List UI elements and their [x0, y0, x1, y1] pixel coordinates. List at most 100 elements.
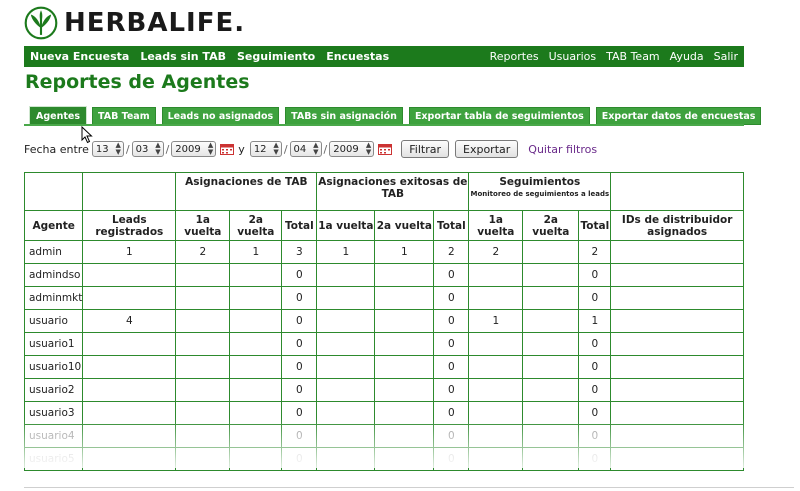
- nav-usuarios[interactable]: Usuarios: [549, 50, 597, 63]
- table-cell: [82, 401, 177, 425]
- table-cell: 0: [433, 424, 470, 448]
- agent-name-cell: usuario10: [23, 355, 84, 379]
- to-day-select[interactable]: 12 ▲ ▼: [249, 141, 282, 157]
- brand-name: HERBALIFE.: [64, 8, 246, 38]
- table-cell: [374, 424, 435, 448]
- table-cell: [374, 263, 435, 287]
- clear-filters-link[interactable]: Quitar filtros: [528, 143, 597, 156]
- table-cell: 0: [433, 332, 470, 356]
- from-day-select[interactable]: 13 ▲ ▼: [91, 141, 124, 157]
- table-cell: [374, 355, 435, 379]
- table-cell: 0: [578, 424, 612, 448]
- from-month-select[interactable]: 03 ▲ ▼: [131, 141, 164, 157]
- seguimientos-subtitle: Monitoreo de seguimientos a leads: [470, 190, 610, 198]
- nav-leads-sin-tab[interactable]: Leads sin TAB: [140, 50, 226, 63]
- agents-report-table: Asignaciones de TAB Asignaciones exitosa…: [23, 172, 744, 471]
- table-row: usuario3 0 0 0: [23, 401, 744, 425]
- table-cell: [468, 378, 524, 402]
- calendar-icon[interactable]: [220, 143, 235, 155]
- to-month-select[interactable]: 04 ▲ ▼: [289, 141, 322, 157]
- to-year-select[interactable]: 2009 ▲ ▼: [329, 141, 375, 157]
- agent-name-cell: usuario1: [23, 332, 84, 356]
- table-cell: [522, 286, 580, 310]
- table-cell: [316, 401, 376, 425]
- agent-name-cell: usuario2: [23, 378, 84, 402]
- tab-tab-team[interactable]: TAB Team: [92, 107, 156, 125]
- table-cell: [82, 263, 177, 287]
- table-cell: [610, 332, 744, 356]
- table-cell: 0: [433, 355, 470, 379]
- nav-salir[interactable]: Salir: [714, 50, 738, 63]
- table-row: adminmkt 0 0 0: [23, 286, 744, 310]
- table-cell: 0: [433, 263, 470, 287]
- table-cell: 0: [433, 401, 470, 425]
- table-cell: [374, 309, 435, 333]
- calendar-icon[interactable]: [378, 143, 393, 155]
- table-row: usuario4 0 0 0: [23, 424, 744, 448]
- nav-ayuda[interactable]: Ayuda: [670, 50, 704, 63]
- nav-nueva-encuesta[interactable]: Nueva Encuesta: [30, 50, 129, 63]
- table-cell: [316, 332, 376, 356]
- report-tabs: Agentes TAB Team Leads no asignados TABs…: [29, 106, 762, 126]
- nav-tab-team[interactable]: TAB Team: [606, 50, 660, 63]
- date-conjunction: y: [238, 142, 245, 156]
- table-cell: 1: [316, 240, 376, 264]
- table-cell: [175, 263, 231, 287]
- nav-seguimiento[interactable]: Seguimiento: [237, 50, 315, 63]
- table-cell: [229, 355, 283, 379]
- table-cell: 2: [175, 240, 231, 264]
- table-cell: [610, 309, 744, 333]
- table-cell: [229, 424, 283, 448]
- nav-encuestas[interactable]: Encuestas: [326, 50, 389, 63]
- table-cell: [82, 378, 177, 402]
- table-cell: 0: [281, 424, 318, 448]
- table-cell: [610, 355, 744, 379]
- table-cell: 0: [433, 286, 470, 310]
- tab-exportar-seguimientos[interactable]: Exportar tabla de seguimientos: [408, 107, 590, 125]
- table-cell: [374, 286, 435, 310]
- tab-tabs-sin-asignacion[interactable]: TABs sin asignación: [285, 107, 403, 125]
- filter-button[interactable]: Filtrar: [401, 140, 449, 158]
- spinner-icon: ▲ ▼: [155, 141, 161, 156]
- table-row: admindso 0 0 0: [23, 263, 744, 287]
- table-cell: 0: [433, 447, 470, 471]
- nav-reportes[interactable]: Reportes: [490, 50, 539, 63]
- table-cell: [522, 309, 580, 333]
- tab-agentes[interactable]: Agentes: [29, 106, 87, 126]
- table-cell: 0: [281, 378, 318, 402]
- table-cell: [522, 355, 580, 379]
- table-cell: 0: [281, 401, 318, 425]
- table-cell: 0: [433, 378, 470, 402]
- date-range-label: Fecha entre: [24, 142, 89, 156]
- table-cell: [374, 378, 435, 402]
- table-body: admin 1 2 1 3 1 1 2 2 2 admindso 0 0 0 adminmkt 0 0 0 usua…: [23, 240, 744, 471]
- table-cell: [610, 447, 744, 471]
- group-header-asignaciones: Asignaciones de TAB: [175, 172, 318, 211]
- table-cell: [468, 401, 524, 425]
- nav-right-group: Reportes Usuarios TAB Team Ayuda Salir: [480, 50, 738, 63]
- footer-divider: [24, 487, 794, 488]
- table-cell: 0: [578, 401, 612, 425]
- table-cell: 2: [433, 240, 470, 264]
- column-header: 1a vuelta: [316, 210, 376, 241]
- spinner-icon: ▲ ▼: [365, 141, 372, 156]
- agent-name-cell: usuario5: [23, 447, 84, 471]
- agent-name-cell: usuario4: [23, 424, 84, 448]
- table-cell: 0: [578, 286, 612, 310]
- table-cell: [316, 309, 376, 333]
- column-header: Leads registrados: [82, 210, 177, 241]
- table-cell: [522, 447, 580, 471]
- table-cell: [229, 447, 283, 471]
- table-cell: [229, 401, 283, 425]
- table-cell: [316, 263, 376, 287]
- from-year-select[interactable]: 2009 ▲ ▼: [171, 141, 217, 157]
- tab-exportar-encuestas[interactable]: Exportar datos de encuestas: [595, 107, 762, 125]
- tab-leads-no-asignados[interactable]: Leads no asignados: [161, 107, 280, 125]
- table-cell: [374, 332, 435, 356]
- table-cell: [316, 286, 376, 310]
- export-button[interactable]: Exportar: [455, 140, 519, 158]
- herbalife-logo[interactable]: HERBALIFE.: [24, 6, 245, 40]
- spinner-icon: ▲ ▼: [115, 141, 121, 156]
- table-cell: [522, 240, 580, 264]
- table-cell: 0: [281, 332, 318, 356]
